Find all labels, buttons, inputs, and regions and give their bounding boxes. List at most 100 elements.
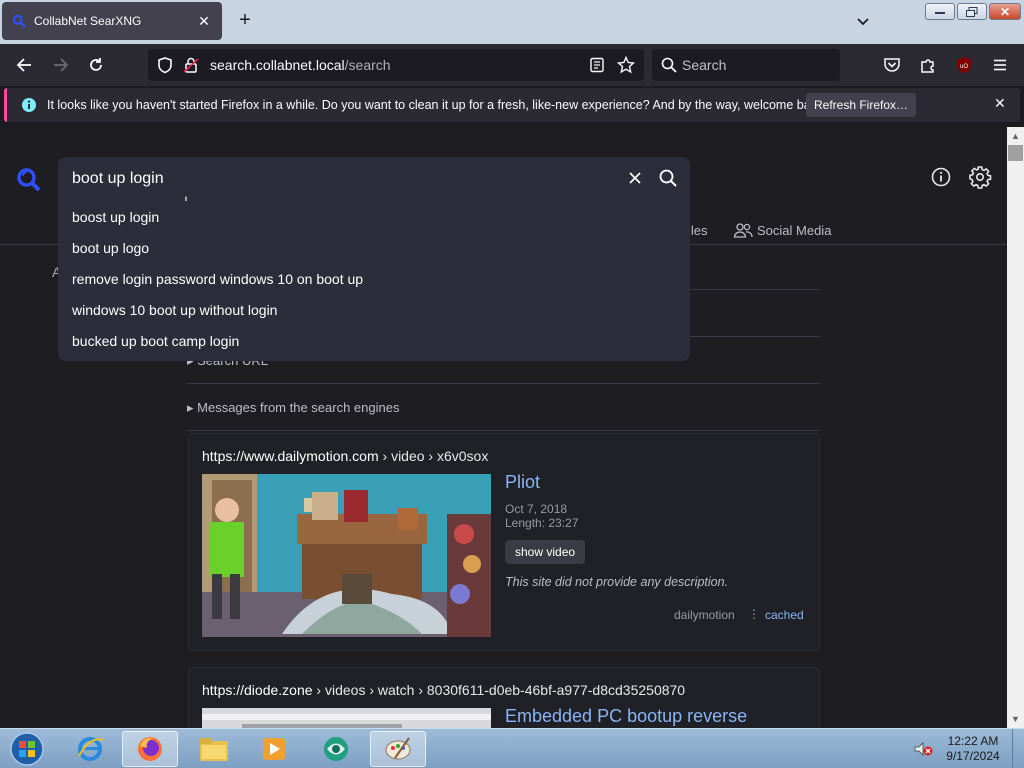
engine-messages-toggle[interactable]: ▸ Messages from the search engines (187, 400, 399, 416)
about-info-icon[interactable] (931, 167, 951, 187)
media-player-icon (263, 738, 285, 760)
windows-taskbar: 12:22 AM 9/17/2024 (0, 728, 1024, 768)
searxng-logo-icon[interactable] (16, 167, 42, 193)
info-icon (22, 98, 36, 112)
autocomplete-suggestion[interactable]: remove login password windows 10 on boot… (72, 271, 363, 287)
result-description: This site did not provide any descriptio… (505, 575, 729, 589)
taskbar-paint[interactable] (370, 731, 426, 767)
scroll-down-arrow-icon[interactable]: ▼ (1007, 712, 1024, 726)
autocomplete-suggestion[interactable]: boot up logo (72, 240, 149, 256)
internet-explorer-icon (78, 737, 104, 761)
insecure-lock-icon[interactable] (182, 56, 200, 74)
taskbar-firefox[interactable] (122, 731, 178, 767)
back-button[interactable] (13, 54, 35, 76)
reader-view-icon[interactable] (589, 57, 605, 73)
extensions-button[interactable] (917, 54, 939, 76)
searxng-favicon-icon (12, 14, 26, 28)
category-files-tab[interactable]: iles (688, 223, 708, 238)
window-restore-button[interactable] (957, 3, 987, 20)
page-content: boot up login iles Social Media A ▸ Sear… (0, 127, 1007, 728)
result-thumbnail[interactable] (202, 708, 491, 728)
result-url[interactable]: https://diode.zone › videos › watch › 80… (202, 682, 685, 698)
search-icon (661, 57, 677, 73)
taskbar-internet-explorer[interactable] (62, 731, 118, 767)
app-menu-button[interactable] (989, 54, 1011, 76)
new-tab-button[interactable]: + (234, 10, 256, 32)
close-icon: ✕ (999, 4, 1011, 19)
people-icon (733, 223, 753, 238)
search-input[interactable]: boot up login (58, 157, 690, 201)
paint-palette-icon (385, 737, 411, 760)
reload-button[interactable] (85, 54, 107, 76)
bookmark-star-icon[interactable] (617, 56, 635, 74)
tab-strip: CollabNet SearXNG ✕ + ✕ (0, 0, 1024, 44)
result-thumbnail[interactable] (202, 474, 491, 637)
windows-start-orb-icon[interactable] (6, 731, 48, 767)
result-title-link[interactable]: Embedded PC bootup reverse (505, 706, 747, 727)
scrollbar-thumb[interactable] (1008, 145, 1023, 161)
video-thumbnail-image (202, 474, 491, 637)
result-card: https://diode.zone › videos › watch › 80… (188, 667, 820, 728)
autocomplete-suggestion[interactable]: windows 10 boot up without login (72, 302, 277, 318)
window-minimize-button[interactable] (925, 3, 955, 20)
section-divider (187, 430, 820, 431)
notification-close-icon[interactable]: ✕ (994, 95, 1006, 112)
page-scrollbar[interactable]: ▲ ▼ (1007, 127, 1024, 728)
search-query-text: boot up login (72, 170, 164, 187)
firefox-icon (138, 737, 162, 761)
search-bar[interactable]: Search (652, 49, 840, 81)
result-length: Length: 23:27 (505, 516, 579, 530)
tab-close-icon[interactable]: ✕ (196, 13, 212, 30)
engine-messages-label: Messages from the search engines (197, 400, 400, 415)
autocomplete-dropdown: boost up login boot up logo remove login… (58, 201, 690, 361)
window-close-button[interactable]: ✕ (989, 3, 1021, 20)
result-cached-link[interactable]: cached (765, 608, 804, 622)
list-all-tabs-chevron-icon[interactable] (852, 12, 874, 32)
svg-text:uO: uO (960, 64, 968, 70)
show-desktop-button[interactable] (1012, 729, 1024, 768)
category-social-media-tab[interactable]: Social Media (733, 222, 831, 238)
separator-dots-icon: ⋮ (748, 607, 760, 621)
show-video-button[interactable]: show video (505, 540, 586, 564)
tab-searxng[interactable]: CollabNet SearXNG ✕ (2, 2, 222, 40)
autocomplete-suggestion[interactable]: bucked up boot camp login (72, 333, 239, 349)
search-submit-icon[interactable] (658, 168, 678, 188)
taskbar-app-globe[interactable] (308, 731, 364, 767)
preferences-gear-icon[interactable] (968, 165, 992, 189)
search-bar-placeholder: Search (682, 57, 727, 73)
puzzle-piece-icon (921, 59, 934, 73)
taskbar-file-explorer[interactable] (186, 731, 242, 767)
navigation-toolbar: search.collabnet.local/search Search uO (0, 44, 1024, 86)
pocket-icon (884, 58, 900, 72)
pocket-button[interactable] (881, 54, 903, 76)
taskbar-media-player[interactable] (246, 731, 302, 767)
autocomplete-suggestion[interactable]: boost up login (72, 209, 159, 225)
notification-message: It looks like you haven't started Firefo… (47, 98, 827, 112)
restore-icon (966, 6, 978, 17)
url-host: search.collabnet.local (210, 57, 345, 73)
url-bar[interactable]: search.collabnet.local/search (148, 49, 644, 81)
notification-bar: It looks like you haven't started Firefo… (4, 88, 1020, 122)
ublock-origin-button[interactable]: uO (953, 54, 975, 76)
category-social-media-label: Social Media (757, 222, 832, 238)
folder-icon (200, 738, 228, 761)
scroll-up-arrow-icon[interactable]: ▲ (1007, 129, 1024, 143)
refresh-firefox-button[interactable]: Refresh Firefox… (806, 93, 916, 117)
forward-button[interactable] (50, 54, 72, 76)
taskbar-clock[interactable]: 12:22 AM 9/17/2024 (940, 734, 1006, 764)
result-title-link[interactable]: Pliot (505, 472, 540, 493)
forward-arrow-icon (54, 58, 69, 72)
result-date: Oct 7, 2018 (505, 502, 568, 516)
clock-time: 12:22 AM (947, 734, 999, 748)
tracking-shield-icon[interactable] (156, 56, 174, 74)
result-url[interactable]: https://www.dailymotion.com › video › x6… (202, 448, 488, 464)
globe-app-icon (324, 737, 348, 761)
hamburger-menu-icon (994, 59, 1006, 71)
section-divider (187, 383, 820, 384)
minimize-icon (935, 11, 945, 14)
clock-date: 9/17/2024 (946, 749, 1000, 763)
muted-volume-icon[interactable] (913, 741, 933, 757)
url-path: /search (344, 57, 391, 73)
clear-search-icon[interactable] (626, 169, 644, 187)
result-url-path: › video › x6v0sox (378, 448, 489, 464)
